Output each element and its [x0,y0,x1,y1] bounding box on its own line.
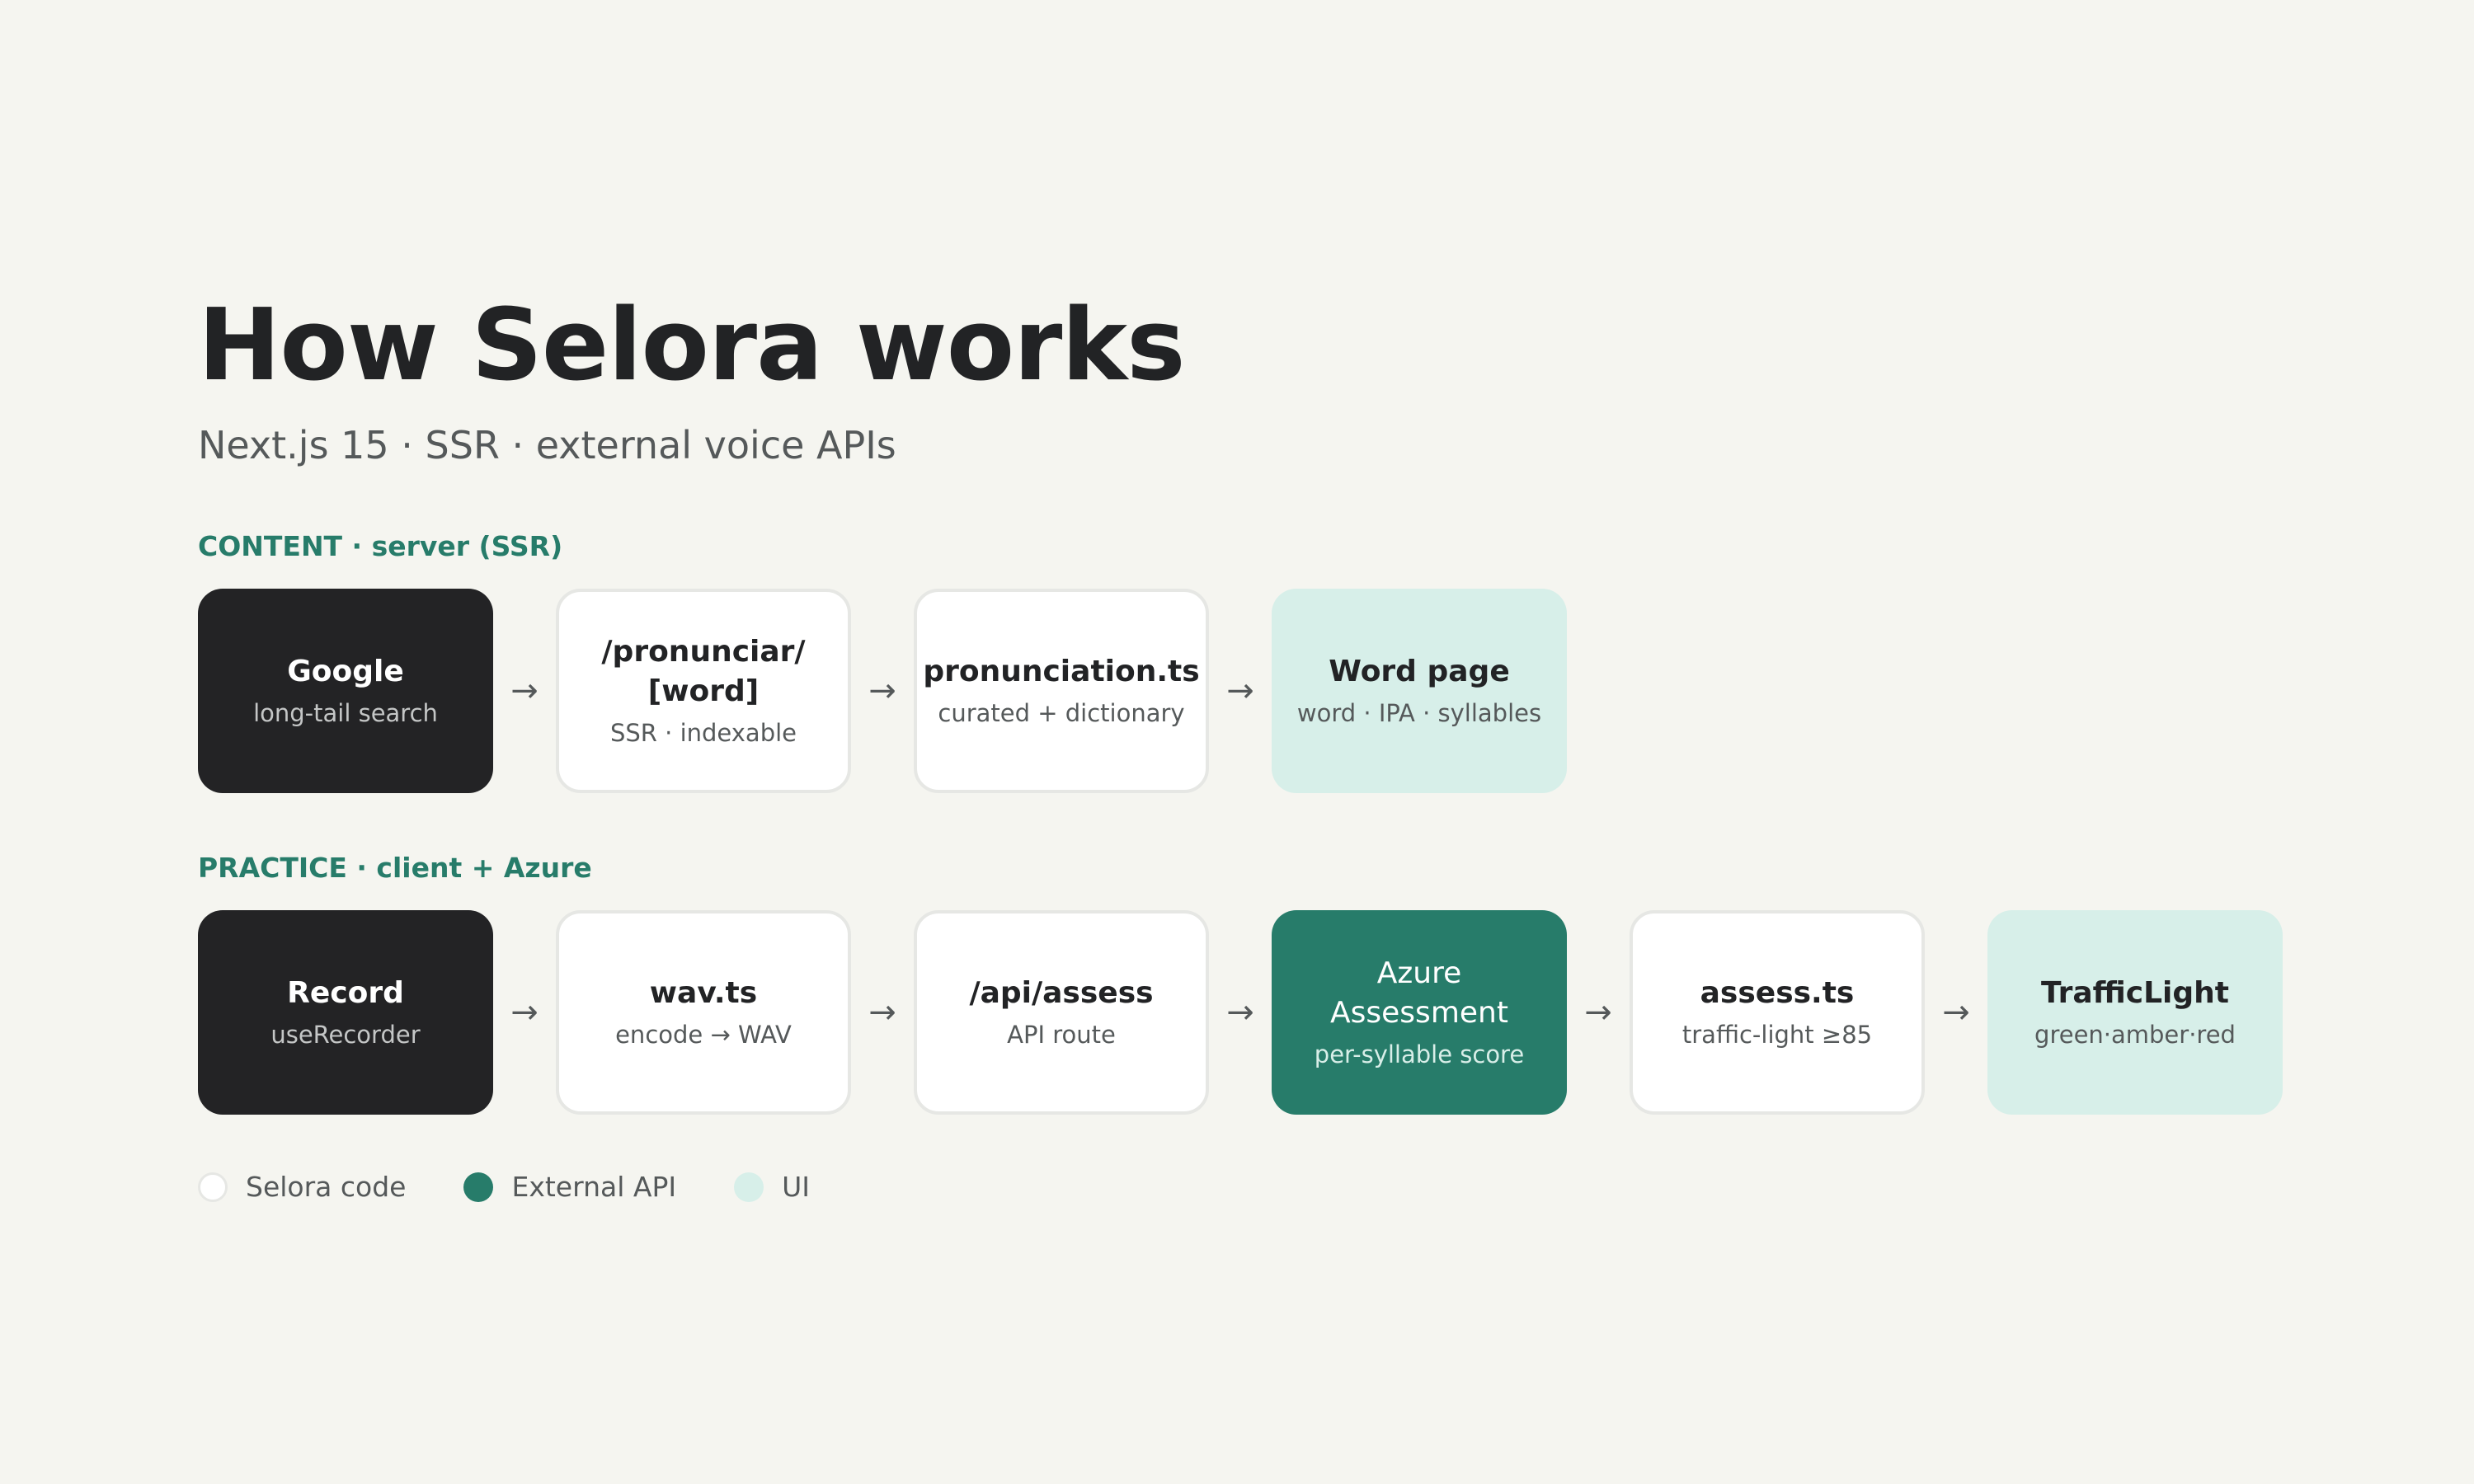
node-api-assess: /api/assess API route [914,910,1209,1115]
arrow-right-icon: → [1226,993,1254,1031]
node-subtitle: curated + dictionary [938,699,1185,727]
node-google: Google long-tail search [198,589,493,793]
legend-swatch-external-api [463,1172,494,1202]
node-subtitle: word · IPA · syllables [1296,699,1542,727]
node-subtitle: SSR · indexable [609,719,797,747]
legend-swatch-selora-code [198,1172,228,1202]
node-title: assess.ts [1700,976,1855,1010]
arrow-right-icon: → [1226,672,1254,710]
flow-row-practice: Record useRecorder → wav.ts encode → WAV… [198,910,2283,1115]
arrow-right-icon: → [510,993,539,1031]
node-azure-assessment: Azure Assessment per-syllable score [1272,910,1567,1115]
legend: Selora code External API UI [198,1169,868,1205]
node-subtitle: green·amber·red [2034,1021,2236,1049]
node-title: /pronunciar/ [word] [601,635,806,708]
node-pronunciar-route: /pronunciar/ [word] SSR · indexable [556,589,851,793]
section-label-practice: PRACTICE · client + Azure [198,852,592,884]
node-word-page: Word page word · IPA · syllables [1272,589,1567,793]
node-title: Azure Assessment [1330,956,1508,1030]
legend-label: External API [511,1171,677,1203]
node-subtitle: encode → WAV [615,1021,792,1049]
node-title: pronunciation.ts [923,655,1200,688]
page-subtitle: Next.js 15 · SSR · external voice APIs [198,423,896,467]
node-subtitle: per-syllable score [1314,1040,1525,1068]
node-title: Record [287,976,404,1010]
page-title: How Selora works [198,289,1186,403]
node-title: TrafficLight [2040,976,2230,1010]
node-title: /api/assess [969,976,1154,1010]
legend-item-ui: UI [734,1169,810,1205]
node-pronunciation-ts: pronunciation.ts curated + dictionary [914,589,1209,793]
legend-label: Selora code [246,1171,407,1203]
legend-label: UI [782,1171,810,1203]
legend-item-external-api: External API [463,1169,676,1205]
node-title: Google [287,655,404,688]
arrow-right-icon: → [1942,993,1970,1031]
legend-item-selora-code: Selora code [198,1169,406,1205]
legend-swatch-ui [734,1172,764,1202]
arrow-right-icon: → [1584,993,1612,1031]
flow-row-content: Google long-tail search → /pronunciar/ [… [198,589,1567,793]
diagram-canvas: How Selora works Next.js 15 · SSR · exte… [0,0,2474,1484]
node-subtitle: useRecorder [270,1021,421,1049]
node-traffic-light: TrafficLight green·amber·red [1987,910,2283,1115]
node-record: Record useRecorder [198,910,493,1115]
node-wav-ts: wav.ts encode → WAV [556,910,851,1115]
node-subtitle: traffic-light ≥85 [1681,1021,1873,1049]
arrow-right-icon: → [510,672,539,710]
node-subtitle: long-tail search [253,699,438,727]
node-title: Word page [1329,655,1510,688]
node-title: wav.ts [649,976,758,1010]
arrow-right-icon: → [868,672,896,710]
arrow-right-icon: → [868,993,896,1031]
section-label-content: CONTENT · server (SSR) [198,530,563,562]
node-subtitle: API route [1007,1021,1116,1049]
node-assess-ts: assess.ts traffic-light ≥85 [1630,910,1925,1115]
